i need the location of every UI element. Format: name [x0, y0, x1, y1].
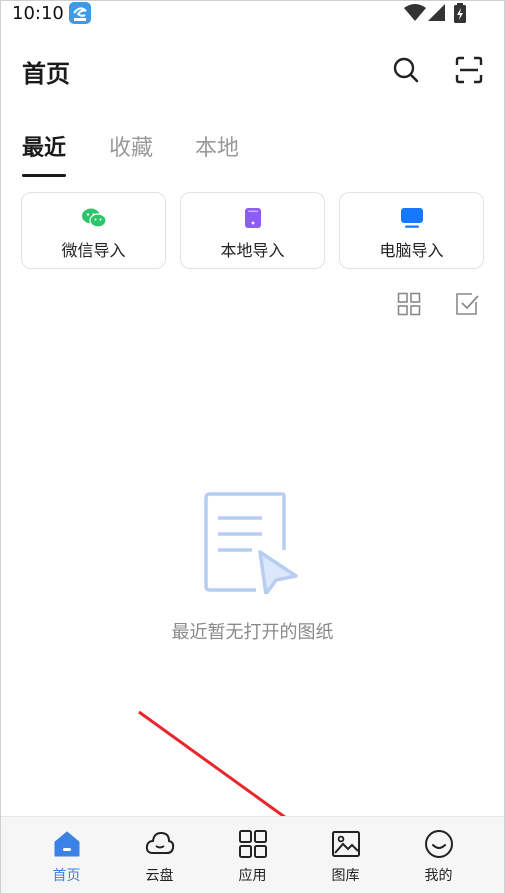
tab-bar: 最近 收藏 本地	[0, 126, 505, 182]
nav-cloud[interactable]: 云盘	[113, 817, 206, 893]
page-title: 首页	[22, 60, 70, 88]
nav-home-label: 首页	[52, 868, 81, 884]
nav-profile-label: 我的	[424, 868, 453, 884]
scan-icon[interactable]	[455, 56, 483, 84]
nav-profile[interactable]: 我的	[392, 817, 485, 893]
empty-document-icon	[204, 492, 298, 594]
smile-face-icon	[424, 830, 453, 858]
tab-local[interactable]: 本地	[195, 130, 239, 162]
status-bar: 10:10	[0, 0, 505, 28]
tab-recent[interactable]: 最近	[22, 130, 66, 162]
cell-signal-icon	[428, 4, 445, 21]
battery-charging-icon	[454, 3, 466, 23]
wechat-import-button[interactable]: 微信导入	[21, 192, 166, 269]
nav-cloud-label: 云盘	[145, 868, 174, 884]
wechat-icon	[81, 208, 107, 228]
active-tab-indicator	[22, 174, 66, 177]
nav-apps-label: 应用	[238, 868, 267, 884]
nav-gallery[interactable]: 图库	[299, 817, 392, 893]
wifi-icon	[404, 4, 426, 21]
nav-home[interactable]: 首页	[20, 817, 113, 893]
top-header: 首页	[0, 40, 505, 100]
status-time: 10:10	[12, 3, 64, 24]
computer-import-label: 电脑导入	[379, 241, 444, 260]
search-icon[interactable]	[392, 56, 420, 84]
apps-grid-icon	[238, 830, 267, 858]
nav-gallery-label: 图库	[331, 868, 360, 884]
bottom-navigation: 首页 云盘 应用 图库 我的	[1, 816, 504, 893]
computer-import-button[interactable]: 电脑导入	[339, 192, 484, 269]
local-import-button[interactable]: 本地导入	[180, 192, 325, 269]
monitor-icon	[400, 208, 423, 228]
cloud-icon	[145, 831, 174, 854]
home-icon	[54, 831, 79, 857]
grid-view-icon[interactable]	[397, 292, 421, 316]
gallery-icon	[331, 831, 360, 857]
local-import-label: 本地导入	[220, 241, 285, 260]
phone-icon	[244, 208, 261, 228]
nav-apps[interactable]: 应用	[206, 817, 299, 893]
empty-state-message: 最近暂无打开的图纸	[171, 622, 334, 643]
app-notification-icon	[69, 2, 91, 24]
tab-favorites[interactable]: 收藏	[109, 130, 153, 162]
multi-select-icon[interactable]	[455, 292, 479, 316]
wechat-import-label: 微信导入	[61, 241, 126, 260]
